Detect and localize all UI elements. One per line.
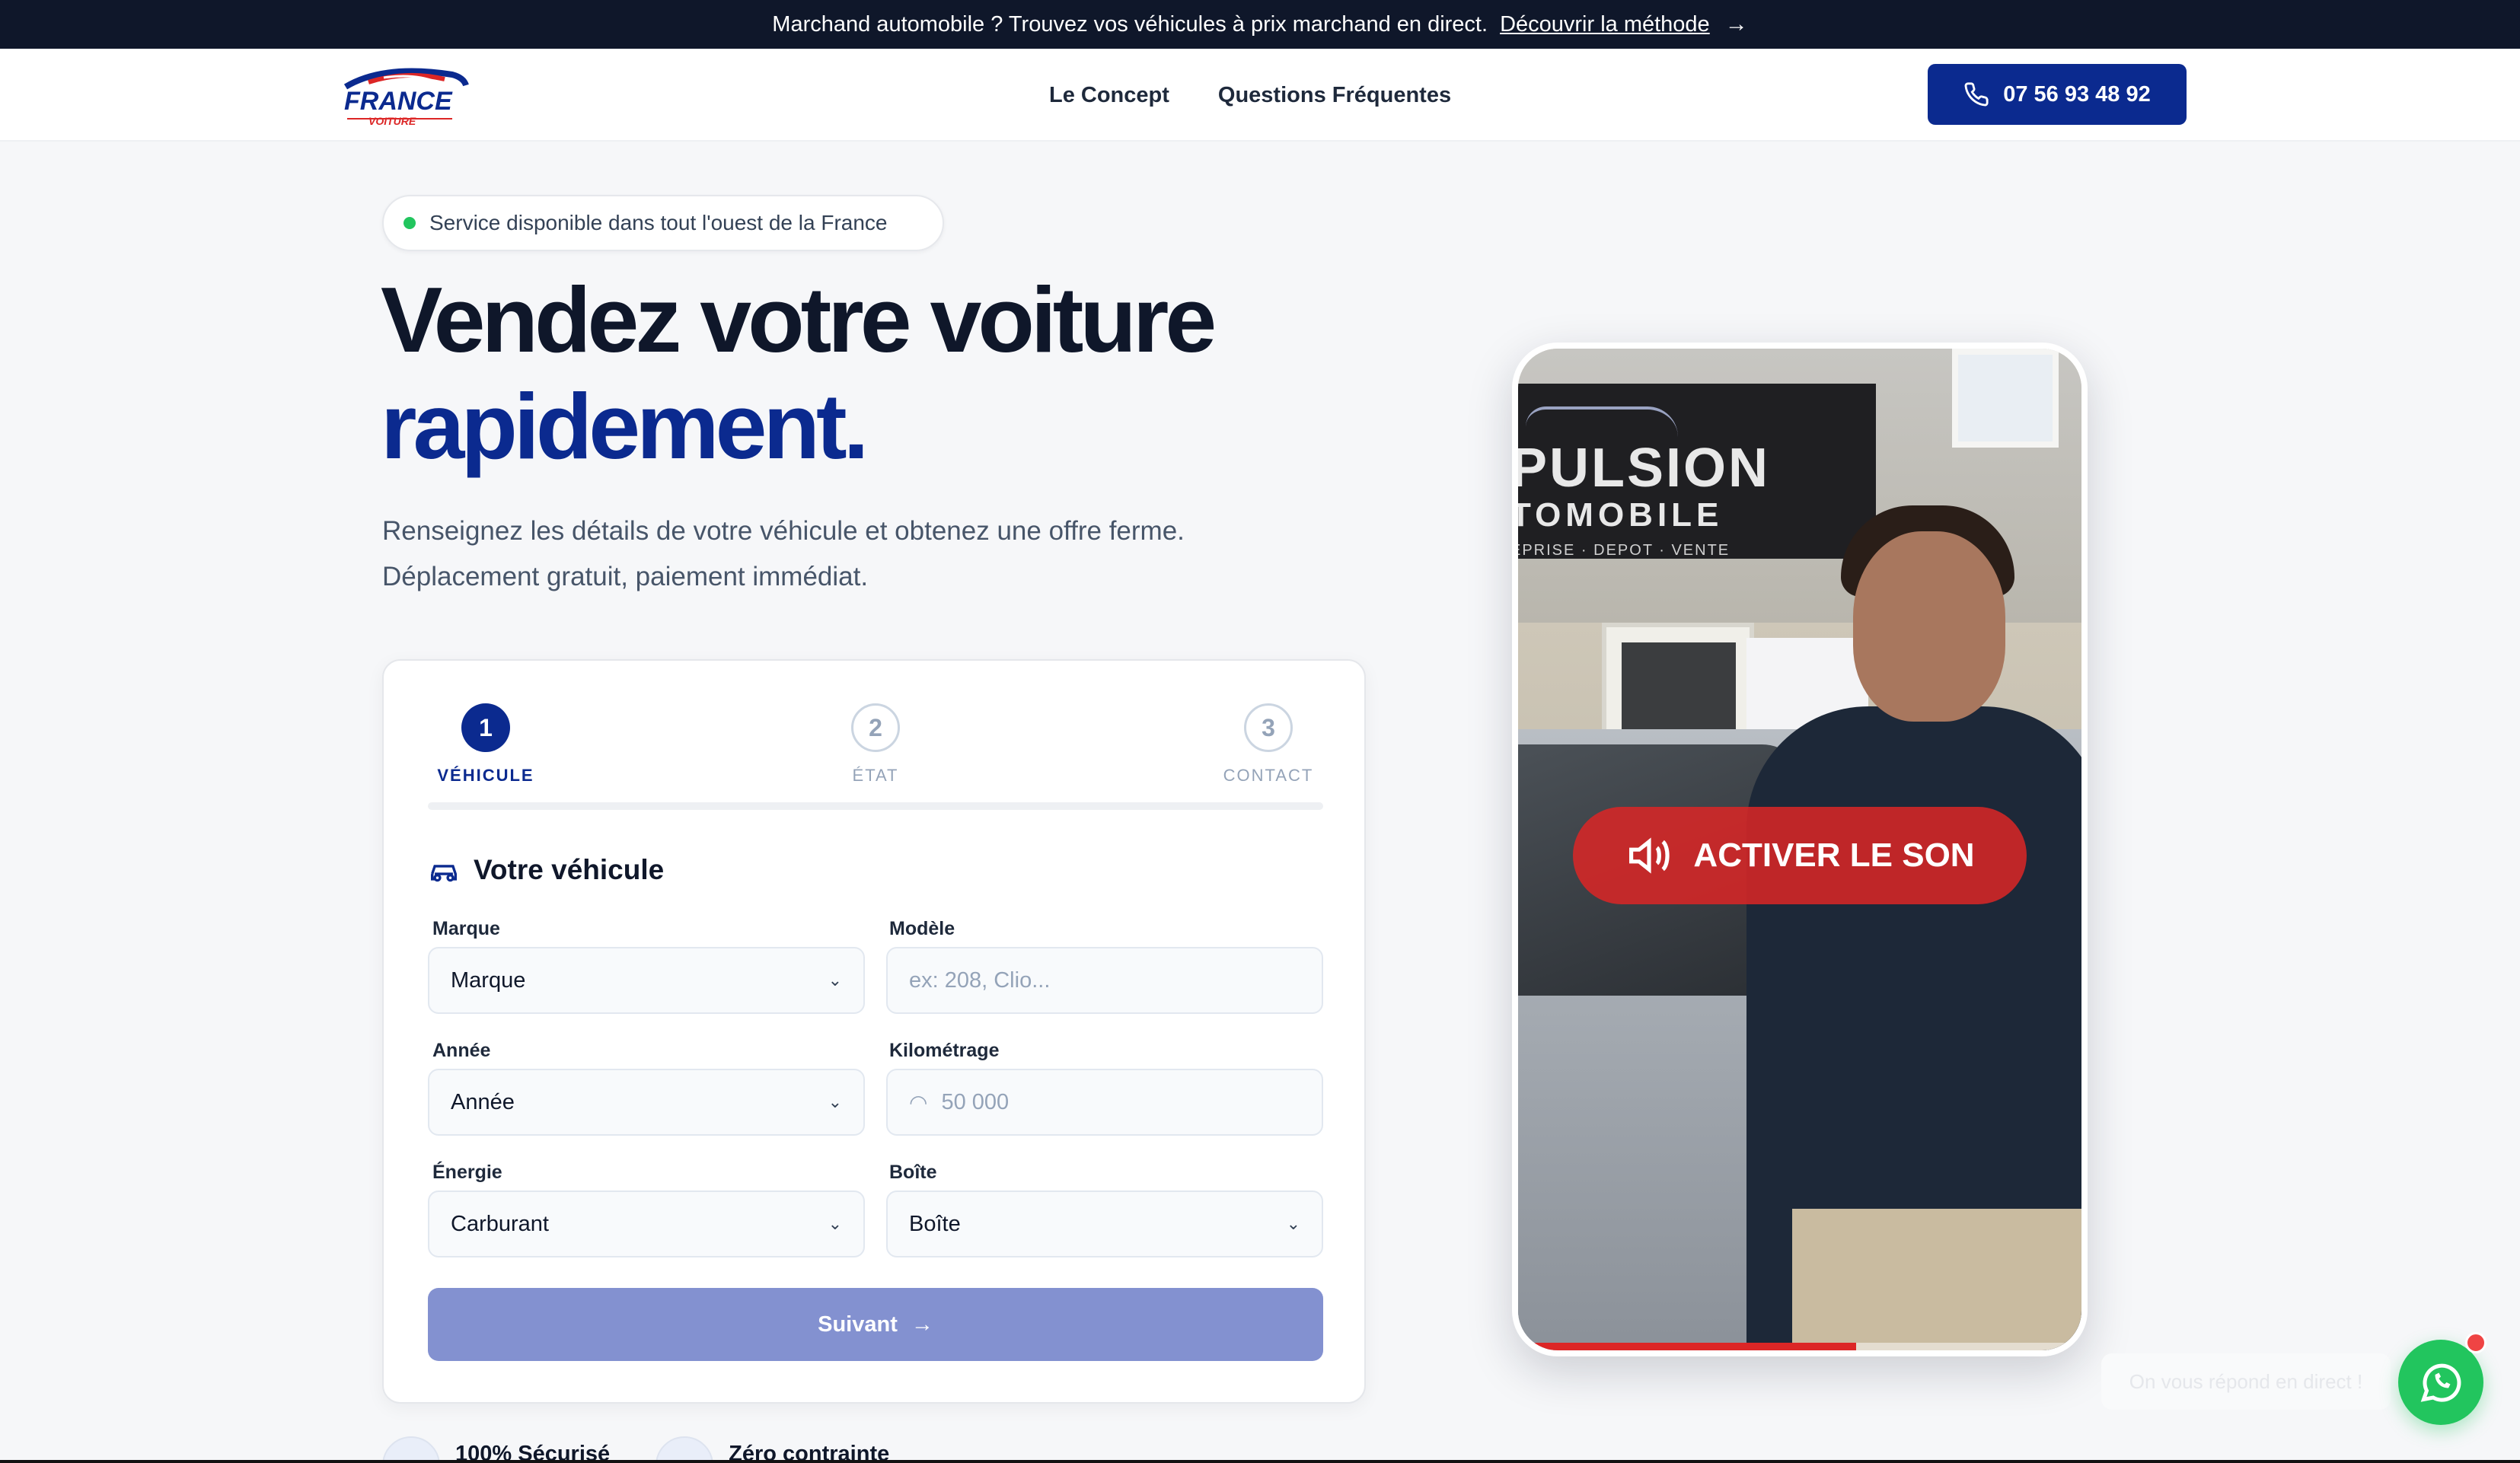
step-label: VÉHICULE xyxy=(437,766,534,785)
status-dot-icon xyxy=(404,217,416,229)
hero-title-line2: rapidement. xyxy=(381,375,869,478)
step-vehicule[interactable]: 1 VÉHICULE xyxy=(410,703,562,786)
car-logo-icon xyxy=(1526,406,1678,437)
nav-link-concept[interactable]: Le Concept xyxy=(1049,83,1169,108)
step-number: 2 xyxy=(851,703,900,752)
step-label: CONTACT xyxy=(1223,766,1314,785)
phone-icon xyxy=(1964,82,1989,107)
gauge-icon: ◠ xyxy=(909,1090,928,1114)
car-icon xyxy=(431,865,457,882)
kilometrage-label: Kilométrage xyxy=(889,1040,1000,1061)
chevron-down-icon: ⌄ xyxy=(828,1092,842,1111)
section-title: Votre véhicule xyxy=(474,854,665,885)
form-progress-track xyxy=(428,802,1323,810)
video-person-pants xyxy=(1792,1209,2081,1350)
chevron-down-icon: ⌄ xyxy=(828,971,842,990)
bottom-edge xyxy=(0,1460,2520,1463)
brand-name: FRANCE xyxy=(344,87,453,116)
navbar: FRANCE VOITURE Le Concept Questions Fréq… xyxy=(0,49,2520,142)
hero-title: Vendez votre voiture rapidement. xyxy=(381,266,1370,480)
marque-select[interactable]: Marque ⌄ xyxy=(428,947,865,1014)
sound-label: ACTIVER LE SON xyxy=(1693,837,1975,874)
hero-subtitle-line2: Déplacement gratuit, paiement immédiat. xyxy=(382,562,869,591)
announcement-text: Marchand automobile ? Trouvez vos véhicu… xyxy=(772,11,1488,37)
sign-line1: PULSION xyxy=(1518,438,1771,499)
announcement-bar: Marchand automobile ? Trouvez vos véhicu… xyxy=(0,0,2520,49)
marque-label: Marque xyxy=(432,918,500,939)
modele-input[interactable]: ex: 208, Clio... xyxy=(886,947,1323,1014)
boite-select[interactable]: Boîte ⌄ xyxy=(886,1190,1323,1257)
availability-badge: Service disponible dans tout l'ouest de … xyxy=(382,195,944,251)
speaker-icon xyxy=(1629,837,1670,874)
step-label: ÉTAT xyxy=(852,766,899,785)
phone-number: 07 56 93 48 92 xyxy=(2003,81,2151,107)
kilometrage-input[interactable]: ◠ 50 000 xyxy=(886,1069,1323,1136)
logo[interactable]: FRANCE VOITURE xyxy=(338,59,469,131)
modele-label: Modèle xyxy=(889,918,955,939)
step-number: 3 xyxy=(1244,703,1293,752)
hero-subtitle-line1: Renseignez les détails de votre véhicule… xyxy=(382,516,1185,546)
whatsapp-icon xyxy=(2420,1363,2461,1402)
annee-value: Année xyxy=(451,1089,515,1114)
video-player[interactable]: PULSION TOMOBILE EPRISE · DEPOT · VENTE … xyxy=(1518,349,2081,1350)
video-progress-fill xyxy=(1518,1343,1856,1350)
hero-title-line1: Vendez votre voiture xyxy=(381,268,1217,371)
whatsapp-tooltip-text: On vous répond en direct ! xyxy=(2129,1369,2363,1393)
whatsapp-button[interactable] xyxy=(2398,1340,2483,1425)
boite-value: Boîte xyxy=(909,1211,961,1236)
next-button[interactable]: Suivant → xyxy=(428,1288,1323,1361)
step-number: 1 xyxy=(461,703,510,752)
video-progress-track[interactable] xyxy=(1518,1343,2081,1350)
energie-select[interactable]: Carburant ⌄ xyxy=(428,1190,865,1257)
brand-sub: VOITURE xyxy=(368,115,416,127)
sign-line3: EPRISE · DEPOT · VENTE xyxy=(1518,542,1731,559)
phone-button[interactable]: 07 56 93 48 92 xyxy=(1928,64,2187,125)
modele-placeholder: ex: 208, Clio... xyxy=(909,967,1051,993)
sign-line2: TOMOBILE xyxy=(1518,496,1724,534)
video-phone-frame: PULSION TOMOBILE EPRISE · DEPOT · VENTE … xyxy=(1512,343,2088,1356)
chevron-down-icon: ⌄ xyxy=(828,1214,842,1233)
nav-link-faq[interactable]: Questions Fréquentes xyxy=(1218,83,1451,108)
energie-label: Énergie xyxy=(432,1162,502,1183)
nav-links: Le Concept Questions Fréquentes xyxy=(1049,49,1451,142)
vehicle-form-card: 1 VÉHICULE 2 ÉTAT 3 CONTACT Votre véhicu… xyxy=(382,659,1366,1404)
hero-subtitle: Renseignez les détails de votre véhicule… xyxy=(382,508,1296,600)
activate-sound-button[interactable]: ACTIVER LE SON xyxy=(1573,807,2027,904)
step-contact[interactable]: 3 CONTACT xyxy=(1192,703,1345,786)
announcement-link[interactable]: Découvrir la méthode xyxy=(1500,12,1710,37)
annee-select[interactable]: Année ⌄ xyxy=(428,1069,865,1136)
section-header: Votre véhicule xyxy=(428,854,664,886)
handshake-icon xyxy=(656,1436,714,1463)
shield-icon xyxy=(382,1436,440,1463)
annee-label: Année xyxy=(432,1040,491,1061)
kilometrage-placeholder: 50 000 xyxy=(941,1089,1010,1114)
next-label: Suivant xyxy=(818,1312,898,1337)
stepper: 1 VÉHICULE 2 ÉTAT 3 CONTACT xyxy=(384,661,1364,813)
step-etat[interactable]: 2 ÉTAT xyxy=(799,703,952,786)
video-window xyxy=(1952,349,2059,448)
whatsapp-tooltip: On vous répond en direct ! xyxy=(2101,1353,2391,1410)
chevron-down-icon: ⌄ xyxy=(1286,1214,1300,1233)
energie-value: Carburant xyxy=(451,1211,549,1236)
arrow-right-icon: → xyxy=(911,1312,933,1337)
notification-dot xyxy=(2465,1332,2487,1353)
badge-text: Service disponible dans tout l'ouest de … xyxy=(429,211,888,234)
arrow-right-icon: → xyxy=(1724,11,1748,37)
video-sign: PULSION TOMOBILE EPRISE · DEPOT · VENTE xyxy=(1518,384,1876,559)
marque-value: Marque xyxy=(451,967,526,993)
boite-label: Boîte xyxy=(889,1162,937,1183)
video-person-head xyxy=(1853,531,2005,722)
